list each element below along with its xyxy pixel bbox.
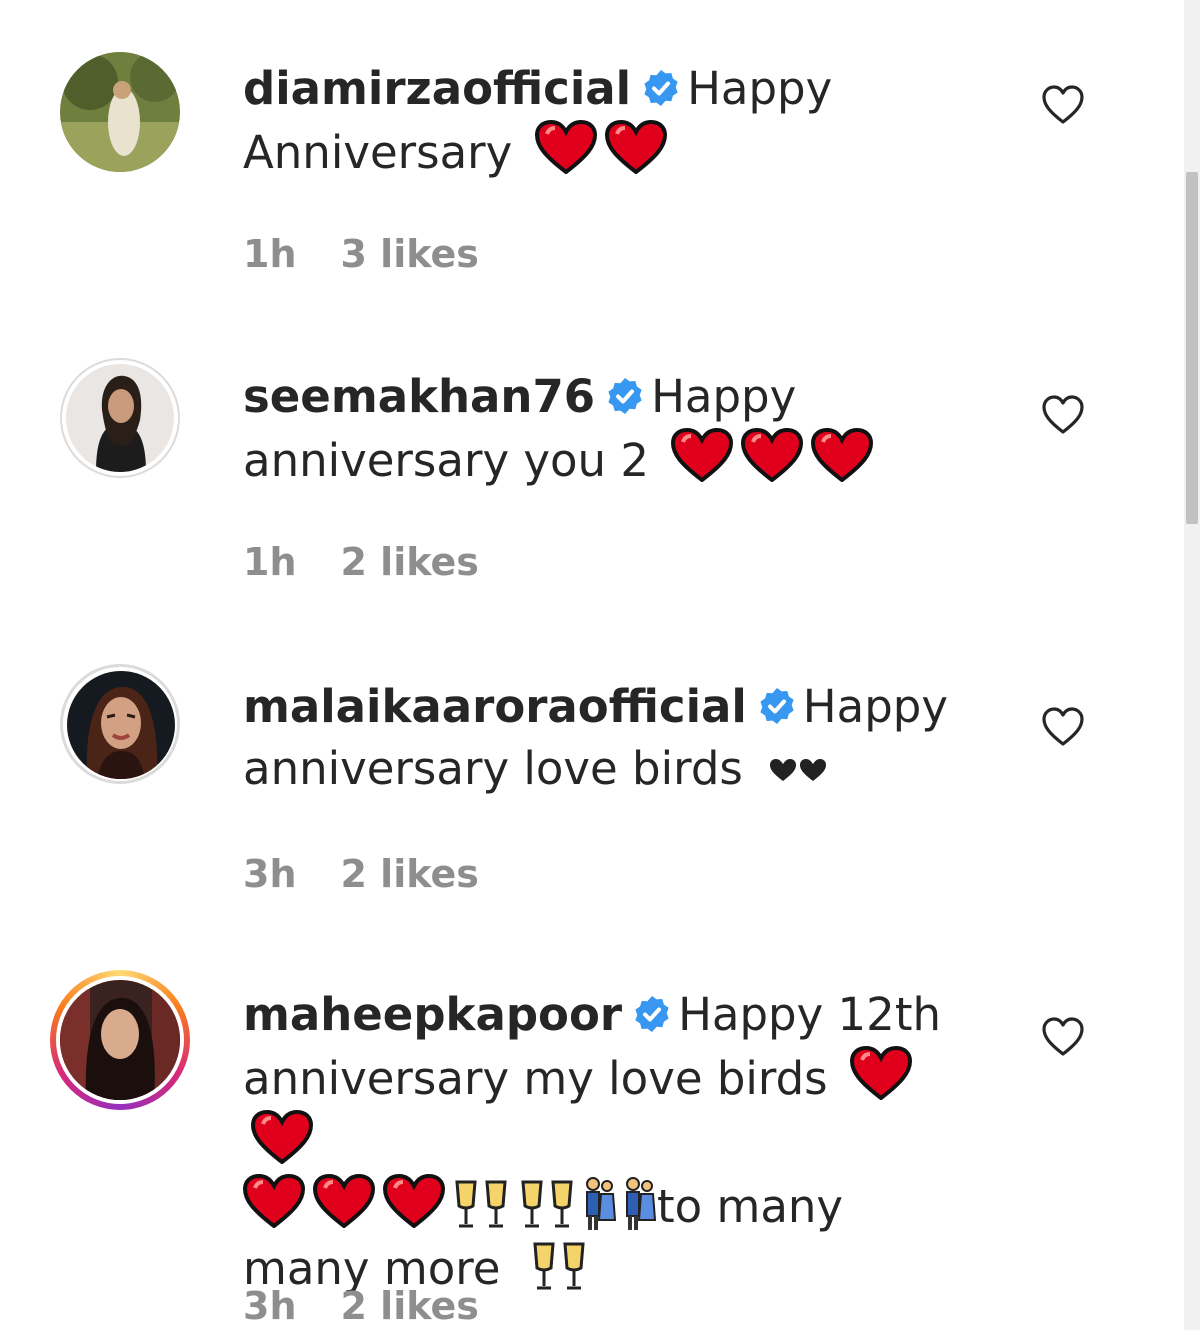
comment-likes[interactable]: 2 likes [341,852,479,896]
comment-time[interactable]: 3h [243,852,297,896]
comment-text-line: Happy 12th [678,988,941,1041]
red-heart-icon [604,120,667,174]
black-heart-icon [800,759,827,781]
heart-outline-icon [1042,85,1084,124]
comment-username[interactable]: maheepkapoor [243,988,622,1041]
red-heart-icon [251,1110,313,1164]
comment-text: seemakhan76 Happy anniversary you 2 [243,366,973,492]
avatar-photo-icon [60,52,180,172]
like-button[interactable] [1040,82,1086,128]
comment-text-line: Happy [651,370,797,423]
comment-time[interactable]: 1h [243,232,297,276]
comment-username[interactable]: seemakhan76 [243,370,595,423]
scrollbar[interactable] [1184,0,1200,1330]
avatar[interactable] [60,52,180,172]
comment-meta: 1h 2 likes [243,540,523,584]
red-heart-icon [811,428,874,482]
comment-time[interactable]: 1h [243,540,297,584]
red-heart-icon [741,428,804,482]
avatar-story-ring[interactable] [50,970,190,1110]
comment-text-line: Happy [802,680,948,733]
comment-text-line: anniversary you 2 [243,434,650,487]
comment-text: diamirzaofficial Happy Anniversary [243,58,973,184]
comment-text-line: Happy [687,62,833,115]
verified-badge-icon [757,686,797,726]
like-button[interactable] [1040,392,1086,438]
red-heart-icon [313,1174,375,1228]
comment-username[interactable]: diamirzaofficial [243,62,631,115]
red-heart-icon [671,428,734,482]
couple-icon [626,1177,657,1230]
avatar[interactable] [60,358,180,478]
comment-text: malaikaaroraofficial Happy anniversary lo… [243,676,973,800]
comment-text-line: anniversary my love birds [243,1052,828,1105]
avatar-photo-icon [66,364,174,472]
heart-outline-icon [1042,1017,1084,1056]
comment-text: maheepkapoor Happy 12th anniversary my lo… [243,984,973,1300]
heart-outline-icon [1042,395,1084,434]
verified-badge-icon [641,68,681,108]
avatar-photo-icon [60,980,180,1100]
comment-likes[interactable]: 2 likes [341,540,479,584]
scrollbar-thumb[interactable] [1186,172,1198,524]
avatar[interactable] [60,664,180,784]
clinking-glasses-icon [521,1180,573,1228]
clinking-glasses-icon [455,1180,507,1228]
comment-text-line: Anniversary [243,126,513,179]
comments-panel: diamirzaofficial Happy Anniversary 1h 3 li… [0,0,1184,1330]
comment-meta: 1h 3 likes [243,232,523,276]
avatar-photo-icon [67,671,175,779]
comment-meta: 3h 2 likes [243,852,523,896]
comment-likes[interactable]: 2 likes [341,1284,479,1328]
comment-time[interactable]: 3h [243,1284,297,1328]
red-heart-icon [534,120,597,174]
heart-outline-icon [1042,707,1084,746]
comment-meta: 3h 2 likes [243,1284,523,1328]
like-button[interactable] [1040,1014,1086,1060]
red-heart-icon [849,1046,912,1100]
comment-likes[interactable]: 3 likes [341,232,479,276]
verified-badge-icon [632,994,672,1034]
clinking-glasses-icon [533,1242,585,1290]
red-heart-icon [243,1174,305,1228]
like-button[interactable] [1040,704,1086,750]
comment-username[interactable]: malaikaaroraofficial [243,680,747,733]
comment-text-line: anniversary love birds [243,742,743,795]
red-heart-icon [383,1174,445,1228]
black-heart-icon [770,759,797,781]
comment-text-line: to many [657,1180,844,1233]
verified-badge-icon [605,376,645,416]
couple-icon [586,1177,617,1230]
